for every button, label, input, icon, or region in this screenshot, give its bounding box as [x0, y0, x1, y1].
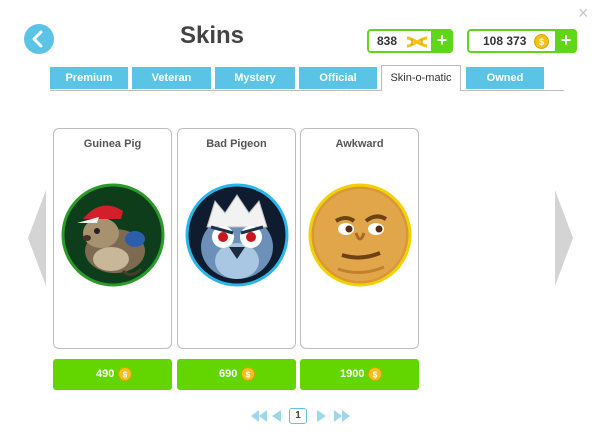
first-page-icon[interactable] [251, 410, 267, 422]
tab-underline [50, 90, 564, 91]
svg-text:$: $ [246, 371, 251, 380]
coin-icon: $ [241, 367, 255, 381]
skin-name: Bad Pigeon [206, 138, 267, 150]
skin-card-bad-pigeon[interactable]: Bad Pigeon [177, 128, 296, 349]
next-page-arrow[interactable] [553, 190, 575, 286]
skin-card-guinea-pig[interactable]: Guinea Pig [53, 128, 172, 349]
coin-icon: $ [118, 367, 132, 381]
close-icon[interactable]: × [578, 4, 589, 22]
coin-currency-box: 108 373 $ + [467, 29, 577, 53]
dna-currency-box: 838 + [367, 29, 453, 53]
dna-icon [405, 34, 429, 55]
last-page-icon[interactable] [334, 410, 350, 422]
coin-amount: 108 373 [483, 34, 527, 48]
awkward-avatar [308, 183, 412, 287]
chevron-left-icon [32, 30, 43, 48]
add-coins-button[interactable]: + [555, 29, 577, 53]
svg-text:$: $ [373, 371, 378, 380]
current-page-indicator[interactable]: 1 [289, 408, 307, 424]
coin-icon: $ [368, 367, 382, 381]
page-title: Skins [179, 22, 245, 49]
buy-awkward-button[interactable]: 1900 $ [300, 359, 419, 390]
price-value: 690 [219, 368, 238, 380]
tab-veteran[interactable]: Veteran [132, 67, 211, 89]
tab-mystery[interactable]: Mystery [215, 67, 295, 89]
price-value: 1900 [340, 368, 365, 380]
back-button[interactable] [24, 24, 54, 54]
skin-name: Guinea Pig [83, 138, 142, 150]
buy-guinea-pig-button[interactable]: 490 $ [53, 359, 172, 390]
previous-page-icon[interactable] [272, 410, 281, 422]
bad-pigeon-avatar [185, 183, 289, 287]
add-dna-button[interactable]: + [431, 29, 453, 53]
dna-amount: 838 [377, 34, 398, 48]
next-page-icon[interactable] [317, 410, 326, 422]
tab-owned[interactable]: Owned [466, 67, 544, 89]
svg-text:$: $ [539, 37, 544, 47]
buy-bad-pigeon-button[interactable]: 690 $ [177, 359, 296, 390]
skin-name: Awkward [335, 138, 384, 150]
price-value: 490 [96, 368, 115, 380]
tab-premium[interactable]: Premium [50, 67, 128, 89]
coin-icon: $ [534, 34, 549, 54]
guinea-pig-avatar [61, 183, 165, 287]
tab-skin-o-matic[interactable]: Skin-o-matic [381, 65, 461, 91]
tab-official[interactable]: Official [299, 67, 377, 89]
skin-card-awkward[interactable]: Awkward [300, 128, 419, 349]
svg-text:$: $ [123, 371, 128, 380]
previous-page-arrow[interactable] [26, 190, 48, 286]
